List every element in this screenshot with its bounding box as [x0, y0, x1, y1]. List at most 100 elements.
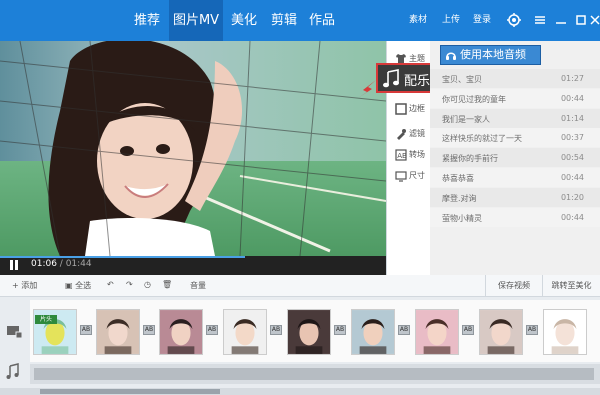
- opening-label: 片头: [39, 316, 52, 323]
- time-display: 01:06 / 01:44: [31, 259, 92, 269]
- track-duration: 00:54: [560, 153, 584, 163]
- side-item-label: 配乐: [404, 74, 431, 89]
- total-time: / 01:44: [56, 259, 92, 269]
- track-name: 这样快乐的就过了一天: [442, 134, 522, 144]
- track-item[interactable]: 这样快乐的就过了一天 00:37: [430, 128, 600, 148]
- timeline-toolbar: + 添加 ▣ 全选 ↶ ↷ ◷ 🗑 音量 保存视频 跳转至美化: [0, 275, 600, 297]
- transition-badge[interactable]: AB: [80, 325, 92, 335]
- materials-link[interactable]: 素材: [405, 0, 431, 41]
- settings-icon[interactable]: [505, 11, 523, 29]
- photo-thumbnail[interactable]: [159, 309, 203, 355]
- photo-thumbnail[interactable]: [415, 309, 459, 355]
- music-track-bar: [34, 368, 594, 380]
- track-item[interactable]: 你可见过我的童年 00:44: [430, 88, 600, 108]
- menu-icon[interactable]: [531, 11, 549, 29]
- video-preview[interactable]: [0, 41, 386, 256]
- pointer-arrow-icon: [358, 80, 376, 98]
- tab-recommend[interactable]: 推荐: [127, 0, 167, 41]
- transition-icon: AB: [395, 149, 407, 161]
- transition-badge[interactable]: AB: [143, 325, 155, 335]
- app-window: 推荐 图片MV 美化 剪辑 作品 素材 上传 登录 01:06 / 01:44 …: [0, 0, 600, 395]
- maximize-icon[interactable]: [572, 11, 590, 29]
- photo-thumbnail[interactable]: [287, 309, 331, 355]
- close-icon[interactable]: [590, 11, 600, 29]
- delete-icon[interactable]: 🗑: [162, 280, 172, 289]
- photo-track-icon[interactable]: [0, 316, 28, 366]
- use-local-audio-button[interactable]: 使用本地音频: [440, 45, 541, 65]
- track-item[interactable]: 我们是一家人 01:14: [430, 108, 600, 128]
- scrollbar-thumb[interactable]: [40, 389, 220, 394]
- track-duration: 01:27: [560, 74, 584, 83]
- opening-badge: 片头: [35, 315, 57, 324]
- pause-icon[interactable]: [10, 260, 18, 270]
- transition-badge[interactable]: AB: [398, 325, 410, 335]
- transition-badge[interactable]: AB: [334, 325, 346, 335]
- photo-thumbnail[interactable]: [223, 309, 267, 355]
- minimize-icon[interactable]: [552, 11, 570, 29]
- photo-thumbnail[interactable]: [96, 309, 140, 355]
- transition-badge[interactable]: AB: [206, 325, 218, 335]
- photo-thumbnail[interactable]: [543, 309, 587, 355]
- save-video-button[interactable]: 保存视频: [485, 275, 542, 297]
- playback-progress[interactable]: [0, 256, 246, 258]
- frame-icon: [395, 103, 407, 115]
- select-all-button[interactable]: ▣ 全选: [65, 280, 91, 291]
- track-item[interactable]: 紧握你的手前行 00:54: [430, 148, 600, 168]
- jump-to-beautify-button[interactable]: 跳转至美化: [542, 275, 600, 297]
- track-item[interactable]: 宝贝、宝贝 01:27: [430, 69, 600, 88]
- track-item[interactable]: 萤物小精灵 00:44: [430, 207, 600, 227]
- tab-works[interactable]: 作品: [303, 0, 341, 41]
- track-duration: 01:14: [560, 113, 584, 123]
- track-duration: 00:44: [560, 212, 584, 222]
- history-icon[interactable]: ◷: [144, 280, 151, 289]
- transition-badge[interactable]: AB: [462, 325, 474, 335]
- side-item-label: 转场: [409, 150, 425, 159]
- filter-icon: [397, 129, 406, 140]
- transition-badge[interactable]: AB: [526, 325, 538, 335]
- track-duration: 00:44: [560, 173, 584, 182]
- side-item-size[interactable]: 尺寸: [387, 164, 431, 188]
- music-track-icon[interactable]: [0, 360, 28, 384]
- side-item-label: 滤镜: [409, 129, 425, 138]
- photo-thumbnail[interactable]: [351, 309, 395, 355]
- add-button[interactable]: + 添加: [12, 280, 37, 291]
- top-nav-bar: 推荐 图片MV 美化 剪辑 作品 素材 上传 登录: [0, 0, 600, 41]
- track-name: 宝贝、宝贝: [442, 75, 482, 84]
- monitor-icon: [395, 171, 407, 182]
- undo-icon[interactable]: ↶: [107, 280, 114, 289]
- track-name: 萤物小精灵: [442, 213, 482, 223]
- track-duration: 00:37: [560, 133, 584, 143]
- tab-beautify[interactable]: 美化: [225, 0, 263, 41]
- tab-photo-mv[interactable]: 图片MV: [169, 0, 223, 41]
- track-duration: 00:44: [560, 93, 584, 103]
- current-time: 01:06: [31, 259, 57, 269]
- transition-badge[interactable]: AB: [270, 325, 282, 335]
- plus-icon: +: [12, 281, 19, 290]
- volume-button[interactable]: 音量: [190, 280, 206, 291]
- track-item[interactable]: 摩登.对询 01:20: [430, 187, 600, 207]
- tab-edit[interactable]: 剪辑: [265, 0, 303, 41]
- add-label: 添加: [21, 281, 38, 290]
- side-item-label: 边框: [409, 104, 425, 113]
- timeline-scrollbar[interactable]: [0, 388, 600, 395]
- track-name: 紧握你的手前行: [442, 154, 498, 164]
- track-name: 我们是一家人: [442, 114, 490, 124]
- track-name: 恭喜恭喜: [442, 174, 474, 183]
- select-all-label: 全选: [75, 281, 92, 290]
- select-all-icon: ▣: [65, 281, 73, 290]
- upload-link[interactable]: 上传: [438, 0, 464, 41]
- photo-thumbnail[interactable]: [479, 309, 523, 355]
- login-link[interactable]: 登录: [469, 0, 495, 41]
- svg-text:AB: AB: [397, 152, 407, 160]
- side-item-music[interactable]: 配乐: [376, 63, 432, 93]
- track-duration: 01:20: [560, 192, 584, 202]
- side-item-frame[interactable]: 边框: [387, 97, 431, 121]
- redo-icon[interactable]: ↷: [126, 280, 133, 289]
- track-name: 摩登.对询: [442, 193, 477, 203]
- headphones-icon: [446, 52, 456, 60]
- music-track[interactable]: [30, 364, 600, 384]
- track-item[interactable]: 恭喜恭喜 00:44: [430, 168, 600, 187]
- side-item-label: 尺寸: [409, 171, 425, 180]
- use-local-audio-label: 使用本地音频: [460, 48, 526, 61]
- player-bar: 01:06 / 01:44: [0, 256, 386, 275]
